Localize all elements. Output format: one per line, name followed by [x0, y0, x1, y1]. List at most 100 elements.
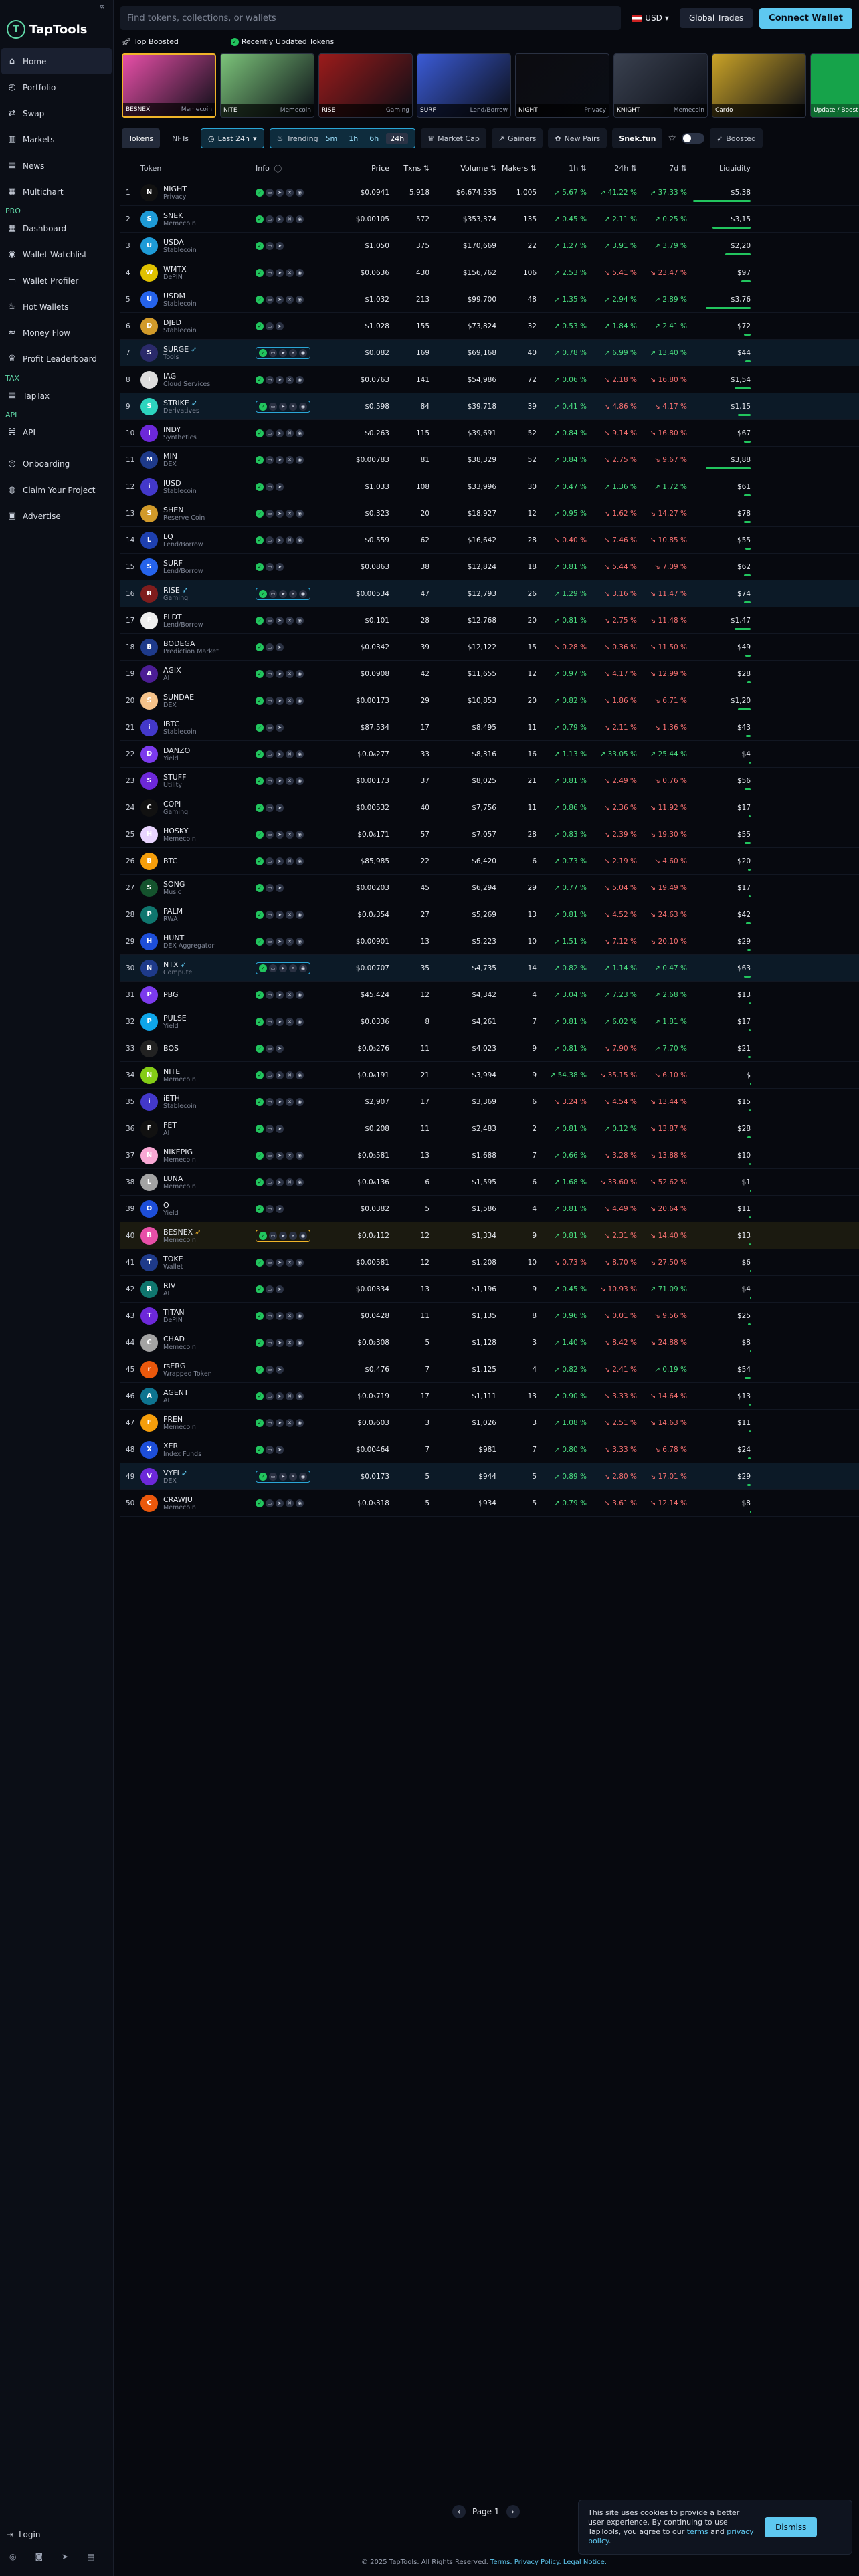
token-card[interactable]: Cardo	[712, 53, 806, 118]
sidebar-item-swap[interactable]: ⇄ Swap	[1, 100, 112, 126]
currency-select[interactable]: USD ▾	[628, 13, 673, 23]
table-row[interactable]: 19 A AGIX AI ✓ ▭ ➤ ✕ ◉ $0.0908 42 $11,655 12 ↗ 0.97 %…	[120, 661, 859, 687]
token-card[interactable]: NITE Memecoin	[220, 53, 314, 118]
verified-icon[interactable]: ✓	[256, 1017, 264, 1026]
x-icon[interactable]: ✕	[286, 1017, 294, 1026]
verified-icon[interactable]: ✓	[256, 1392, 264, 1400]
verified-icon[interactable]: ✓	[256, 776, 264, 785]
global-trades-button[interactable]: Global Trades	[679, 8, 753, 28]
website-icon[interactable]: ▭	[266, 536, 274, 544]
telegram-icon[interactable]: ➤	[276, 1285, 284, 1293]
verified-icon[interactable]: ✓	[256, 669, 264, 678]
discord-icon[interactable]: ◉	[296, 429, 304, 437]
discord-icon[interactable]: ◉	[296, 1499, 304, 1507]
sidebar-item-markets[interactable]: ▥ Markets	[1, 126, 112, 152]
col-token[interactable]: Token	[135, 164, 256, 173]
token-cell[interactable]: F FET AI	[135, 1119, 256, 1138]
website-icon[interactable]: ▭	[266, 1365, 274, 1374]
sidebar-item-home[interactable]: ⌂ Home	[1, 48, 112, 74]
verified-icon[interactable]: ✓	[256, 1044, 264, 1053]
table-row[interactable]: 50 C CRAWJU Memecoin ✓ ▭ ➤ ✕ ◉ $0.0₃318 5 $934 5 ↗ 0.…	[120, 1490, 859, 1517]
x-icon[interactable]: ✕	[286, 830, 294, 839]
website-icon[interactable]: ▭	[266, 1017, 274, 1026]
table-row[interactable]: 34 N NITE Memecoin ✓ ▭ ➤ ✕ ◉ $0.0₆191 21 $3,994 9 ↗ 5…	[120, 1062, 859, 1089]
telegram-icon[interactable]: ➤	[276, 616, 284, 625]
token-cell[interactable]: N NIGHT Privacy	[135, 183, 256, 201]
table-row[interactable]: 39 O O Yield ✓ ▭ ➤ $0.0382 5 $1,586 4 ↗ 0.81 % ↘ 4.4…	[120, 1196, 859, 1222]
verified-icon[interactable]: ✓	[256, 1338, 264, 1347]
tab-tokens[interactable]: Tokens	[122, 128, 161, 148]
sidebar-item-wallet-profiler[interactable]: ▭ Wallet Profiler	[1, 267, 112, 294]
sidebar-item-wallet-watchlist[interactable]: ◉ Wallet Watchlist	[1, 241, 112, 267]
website-icon[interactable]: ▭	[266, 696, 274, 705]
discord-icon[interactable]: ◉	[296, 696, 304, 705]
table-row[interactable]: 42 R RIV AI ✓ ▭ ➤ $0.00334 13 $1,196 9 ↗ 0.45 % ↘ 10…	[120, 1276, 859, 1303]
watchlist-toggle[interactable]	[681, 133, 704, 144]
x-icon[interactable]: ✕	[286, 910, 294, 919]
website-icon[interactable]: ▭	[266, 910, 274, 919]
table-row[interactable]: 7 S SURGE ➶ Tools ✓ ▭ ➤ ✕ ◉ $0.082 169 $69,168 40 ↗ 0.…	[120, 340, 859, 366]
table-row[interactable]: 8 I IAG Cloud Services ✓ ▭ ➤ ✕ ◉ $0.0763 141 $54,98…	[120, 366, 859, 393]
col-volume[interactable]: Volume ⇅	[430, 164, 496, 173]
telegram-icon[interactable]: ➤	[276, 1365, 284, 1374]
telegram-icon[interactable]: ➤	[276, 215, 284, 223]
x-icon[interactable]: ✕	[286, 1178, 294, 1186]
discord-icon[interactable]: ◉	[296, 268, 304, 277]
x-icon[interactable]: ✕	[289, 1231, 297, 1240]
x-icon[interactable]: ✕	[286, 1151, 294, 1160]
token-cell[interactable]: U USDA Stablecoin	[135, 237, 256, 255]
discord-icon[interactable]: ◉	[299, 589, 307, 598]
verified-icon[interactable]: ✓	[256, 883, 264, 892]
discord-icon[interactable]: ◉	[296, 616, 304, 625]
timeframe-select[interactable]: ◷ Last 24h ▾	[201, 128, 264, 148]
col-liquidity[interactable]: Liquidity	[687, 164, 751, 173]
token-cell[interactable]: N NITE Memecoin	[135, 1066, 256, 1084]
token-card[interactable]: Update / Boost	[810, 53, 859, 118]
table-row[interactable]: 32 P PULSE Yield ✓ ▭ ➤ ✕ ◉ $0.0336 8 $4,261 7 ↗ 0.81 …	[120, 1008, 859, 1035]
sidebar-item-hot-wallets[interactable]: ♨ Hot Wallets	[1, 294, 112, 320]
tab-nfts[interactable]: NFTs	[165, 128, 195, 148]
discord-icon[interactable]: ◉	[299, 964, 307, 972]
token-card[interactable]: SURF Lend/Borrow	[417, 53, 511, 118]
token-cell[interactable]: P PBG	[135, 986, 256, 1004]
token-cell[interactable]: L LUNA Memecoin	[135, 1173, 256, 1191]
telegram-icon[interactable]: ➤	[279, 589, 287, 598]
verified-icon[interactable]: ✓	[259, 402, 267, 411]
website-icon[interactable]: ▭	[266, 1392, 274, 1400]
verified-icon[interactable]: ✓	[259, 1472, 267, 1481]
token-cell[interactable]: L LQ Lend/Borrow	[135, 531, 256, 549]
col-1h[interactable]: 1h ⇅	[537, 164, 587, 173]
verified-icon[interactable]: ✓	[256, 295, 264, 304]
website-icon[interactable]: ▭	[266, 723, 274, 732]
table-row[interactable]: 35 i iETH Stablecoin ✓ ▭ ➤ ✕ ◉ $2,907 17 $3,369 6 ↘ 3…	[120, 1089, 859, 1115]
token-cell[interactable]: X XER Index Funds	[135, 1440, 256, 1459]
discord-icon[interactable]: ◉	[299, 402, 307, 411]
seg-6h[interactable]: 6h	[365, 133, 383, 144]
telegram-icon[interactable]: ➤	[279, 1472, 287, 1481]
telegram-icon[interactable]: ➤	[276, 776, 284, 785]
token-cell[interactable]: S SNEK Memecoin	[135, 210, 256, 228]
table-row[interactable]: 29 H HUNT DEX Aggregator ✓ ▭ ➤ ✕ ◉ $0.00901 13 $5,2…	[120, 928, 859, 955]
trending-filter[interactable]: ♨ Trending 5m 1h 6h 24h	[269, 128, 416, 148]
telegram-icon[interactable]: ➤	[276, 910, 284, 919]
discord-icon[interactable]: ◉	[296, 1071, 304, 1079]
website-icon[interactable]: ▭	[266, 1311, 274, 1320]
x-icon[interactable]: ✕	[286, 1499, 294, 1507]
table-row[interactable]: 11 M MIN DEX ✓ ▭ ➤ ✕ ◉ $0.00783 81 $38,329 52 ↗ 0.84 …	[120, 447, 859, 473]
verified-icon[interactable]: ✓	[256, 375, 264, 384]
discord-icon[interactable]: ◉	[296, 990, 304, 999]
website-icon[interactable]: ▭	[266, 1499, 274, 1507]
discord-icon[interactable]: ◉	[296, 375, 304, 384]
seg-24h[interactable]: 24h	[386, 132, 409, 144]
table-row[interactable]: 23 S STUFF Utility ✓ ▭ ➤ ✕ ◉ $0.00173 37 $8,025 21 ↗ …	[120, 768, 859, 794]
table-row[interactable]: 9 S STRIKE ➶ Derivatives ✓ ▭ ➤ ✕ ◉ $0.598 84 $39,718…	[120, 393, 859, 420]
boosted-filter[interactable]: ➶ Boosted	[709, 128, 763, 148]
website-icon[interactable]: ▭	[266, 1044, 274, 1053]
cookie-terms-link[interactable]: terms	[687, 2527, 708, 2536]
telegram-icon[interactable]: ➤	[276, 295, 284, 304]
table-row[interactable]: 3 U USDA Stablecoin ✓ ▭ ➤ $1.050 375 $170,669 22 ↗ …	[120, 233, 859, 259]
website-icon[interactable]: ▭	[266, 1097, 274, 1106]
telegram-icon[interactable]: ➤	[276, 509, 284, 518]
gainers-filter[interactable]: ↗ Gainers	[491, 128, 543, 148]
token-cell[interactable]: B BESNEX ➶ Memecoin	[135, 1226, 256, 1245]
